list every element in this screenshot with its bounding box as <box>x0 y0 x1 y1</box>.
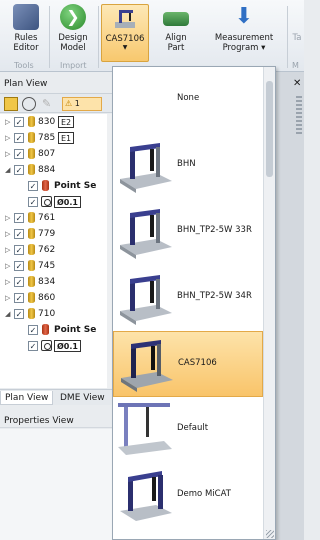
panel-grip[interactable] <box>296 96 302 136</box>
design-model-button[interactable]: ❯ Design Model <box>52 4 94 62</box>
cmm-option-bhn-tp2-5w-34r[interactable]: BHN_TP2-5W 34R <box>113 265 263 331</box>
properties-view-body <box>0 429 112 540</box>
cylinder-icon <box>28 276 35 287</box>
cmm-option-bhn-tp2-5w-33r[interactable]: BHN_TP2-5W 33R <box>113 199 263 265</box>
cylinder-icon <box>28 292 35 303</box>
import-arrow-icon: ❯ <box>60 4 86 30</box>
cylinder-icon <box>28 132 35 143</box>
cylinder-icon <box>28 148 35 159</box>
dropdown-arrow-icon: ▼ <box>122 44 128 51</box>
cmm-machine-thumbnail <box>120 209 172 259</box>
cmm-machine-icon <box>112 5 138 31</box>
cmm-option-cas7106[interactable]: CAS7106 <box>113 331 263 397</box>
cmm-machine-thumbnail <box>120 471 172 521</box>
warning-icon: ⚠ <box>65 99 73 108</box>
tree-row[interactable]: ▷ ✓ 785 E1 <box>0 130 112 146</box>
cmm-option-default[interactable]: Default <box>113 397 263 463</box>
scrollbar-thumb[interactable] <box>266 81 273 177</box>
cylinder-icon <box>28 116 35 127</box>
plan-view-tree: ▷ ✓ 830 E2 ▷ ✓ 785 E1 ▷ ✓ 807 ◢ ✓ 884 ✓ … <box>0 114 112 388</box>
cmm-option-bhn[interactable]: BHN <box>113 133 263 199</box>
align-part-button[interactable]: Align Part <box>156 4 196 62</box>
tree-row[interactable]: ✓ Ø0.1 <box>0 338 112 354</box>
cmm-machine-thumbnail <box>120 275 172 325</box>
edit-icon[interactable]: ✎ <box>42 97 56 111</box>
point-set-icon <box>42 180 49 191</box>
tab-dme-view[interactable]: DME View <box>56 391 109 405</box>
point-set-icon <box>42 324 49 335</box>
cmm-selector-button[interactable]: CAS7106 ▼ <box>101 4 149 62</box>
tree-row[interactable]: ▷ ✓ 834 <box>0 274 112 290</box>
tree-row[interactable]: ▷ ✓ 779 <box>0 226 112 242</box>
cmm-option-demo-micat[interactable]: Demo MiCAT <box>113 463 263 529</box>
cutoff-button[interactable]: Ta <box>290 4 304 62</box>
dropdown-scrollbar[interactable] <box>263 67 275 539</box>
position-tolerance-icon <box>41 196 52 207</box>
rules-editor-icon <box>13 4 39 30</box>
tree-row[interactable]: ◢ ✓ 884 <box>0 162 112 178</box>
cylinder-icon <box>28 308 35 319</box>
group-label-tools: Tools <box>14 61 34 70</box>
tree-row[interactable]: ◢ ✓ 710 <box>0 306 112 322</box>
warning-count: 1 <box>74 99 80 108</box>
tab-plan-view[interactable]: Plan View <box>0 391 54 405</box>
group-label-import: Import <box>60 61 87 70</box>
tree-row[interactable]: ✓ Ø0.1 <box>0 194 112 210</box>
tree-row[interactable]: ▷ ✓ 762 <box>0 242 112 258</box>
cmm-machine-thumbnail <box>120 143 172 193</box>
close-icon[interactable]: ✕ <box>293 78 301 89</box>
tree-row[interactable]: ▷ ✓ 860 <box>0 290 112 306</box>
cylinder-icon <box>28 228 35 239</box>
tree-row[interactable]: ✓ Point Se <box>0 178 112 194</box>
cylinder-icon <box>28 260 35 271</box>
search-icon[interactable] <box>22 97 36 111</box>
position-tolerance-icon <box>41 340 52 351</box>
align-part-icon <box>163 12 189 26</box>
ribbon: Rules Editor ❯ Design Model CAS7106 ▼ Al… <box>0 0 304 72</box>
cmm-dropdown-list: None BHN BHN_TP2-5W 33R BHN_TP2-5W 34R C… <box>112 66 276 540</box>
plan-view-toolbar: ✎ ⚠ 1 <box>0 93 112 113</box>
cmm-machine-thumbnail <box>121 340 173 392</box>
plan-view-title: Plan View <box>0 76 112 92</box>
cylinder-icon <box>28 244 35 255</box>
measurement-program-button[interactable]: ⬇ Measurement Program ▾ <box>208 4 280 62</box>
resize-grip-icon[interactable] <box>266 530 274 538</box>
tree-row[interactable]: ✓ Point Se <box>0 322 112 338</box>
cmm-option-none[interactable]: None <box>113 67 263 133</box>
group-label-partial: M <box>292 61 299 70</box>
tree-row[interactable]: ▷ ✓ 745 <box>0 258 112 274</box>
down-arrow-icon: ⬇ <box>234 4 254 29</box>
bottom-tabs: Plan View DME View <box>0 389 112 405</box>
cmm-machine-thumbnail <box>118 403 172 455</box>
properties-view-title: Properties View <box>0 414 112 428</box>
warning-filter-button[interactable]: ⚠ 1 <box>62 97 102 111</box>
tree-row[interactable]: ▷ ✓ 761 <box>0 210 112 226</box>
tree-view-icon[interactable] <box>4 97 18 111</box>
tree-row[interactable]: ▷ ✓ 830 E2 <box>0 114 112 130</box>
cylinder-icon <box>28 212 35 223</box>
cylinder-icon <box>28 164 35 175</box>
rules-editor-button[interactable]: Rules Editor <box>6 4 46 62</box>
tree-row[interactable]: ▷ ✓ 807 <box>0 146 112 162</box>
